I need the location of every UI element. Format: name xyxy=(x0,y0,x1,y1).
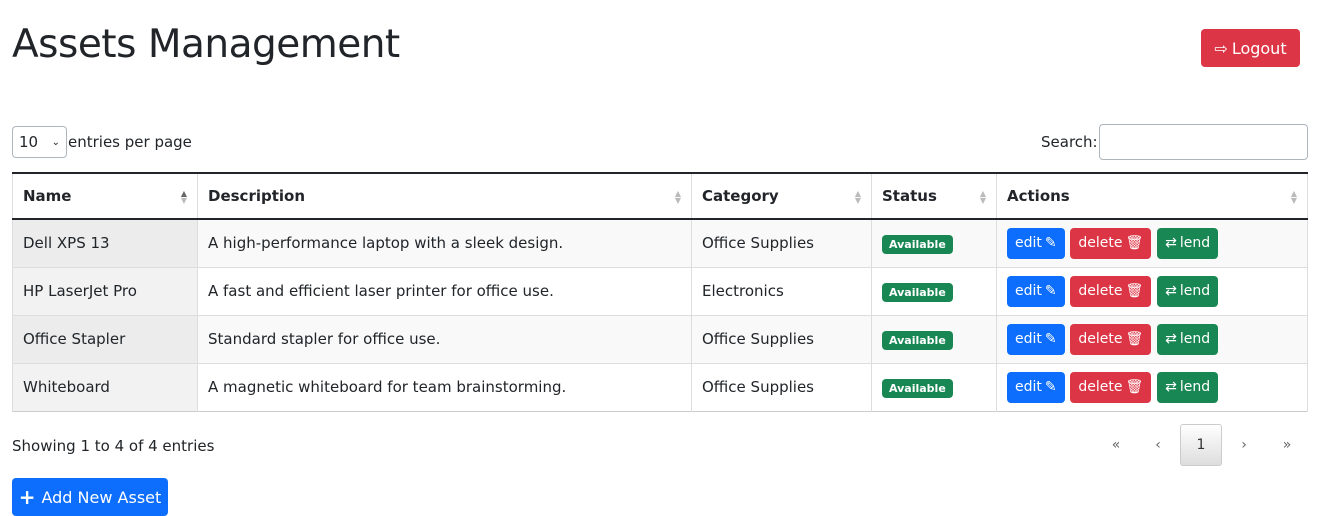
pagination-first[interactable]: « xyxy=(1095,424,1137,466)
cell-name: HP LaserJet Pro xyxy=(12,266,198,315)
edit-icon: ✎ xyxy=(1044,379,1057,395)
edit-icon: ✎ xyxy=(1044,283,1057,299)
pagination-next[interactable]: › xyxy=(1223,424,1265,466)
cell-name: Whiteboard xyxy=(12,362,198,411)
entries-per-page-select[interactable]: 10 ⌄ xyxy=(12,126,67,158)
sort-icon: ▲ ▼ xyxy=(180,189,187,205)
cell-name: Office Stapler xyxy=(12,314,198,363)
cell-description: A fast and efficient laser printer for o… xyxy=(197,266,692,315)
column-header-actions[interactable]: Actions ▲ ▼ xyxy=(996,173,1308,220)
exchange-icon: ⇄ xyxy=(1165,331,1177,347)
trash-icon: 🗑 xyxy=(1125,235,1144,252)
sort-icon: ▲ ▼ xyxy=(854,189,861,205)
pagination-previous[interactable]: ‹ xyxy=(1137,424,1179,466)
table-info: Showing 1 to 4 of 4 entries xyxy=(12,437,215,455)
cell-name: Dell XPS 13 xyxy=(12,218,198,267)
logout-icon: ⇨ xyxy=(1214,38,1228,58)
cell-status: Available xyxy=(871,362,997,411)
add-new-asset-button[interactable]: + Add New Asset xyxy=(12,478,168,516)
cell-description: A high-performance laptop with a sleek d… xyxy=(197,218,692,267)
entries-per-page-label: entries per page xyxy=(68,133,192,151)
exchange-icon: ⇄ xyxy=(1165,235,1177,252)
status-badge: Available xyxy=(882,283,953,302)
trash-icon: 🗑 xyxy=(1125,283,1144,299)
pagination-page-1[interactable]: 1 xyxy=(1180,424,1222,466)
column-header-name[interactable]: Name ▲ ▼ xyxy=(12,173,198,220)
exchange-icon: ⇄ xyxy=(1165,379,1177,395)
logout-button[interactable]: ⇨ Logout xyxy=(1201,29,1300,67)
lend-button[interactable]: ⇄ lend xyxy=(1157,275,1219,307)
column-header-status[interactable]: Status ▲ ▼ xyxy=(871,173,997,220)
table-row: Whiteboard A magnetic whiteboard for tea… xyxy=(12,362,1308,411)
delete-button[interactable]: delete 🗑 xyxy=(1070,275,1152,307)
status-badge: Available xyxy=(882,331,953,350)
column-header-description[interactable]: Description ▲ ▼ xyxy=(197,173,692,220)
search-input[interactable] xyxy=(1099,124,1308,160)
edit-icon: ✎ xyxy=(1044,235,1057,252)
cell-description: Standard stapler for office use. xyxy=(197,314,692,363)
pagination-last[interactable]: » xyxy=(1266,424,1308,466)
search-label: Search: xyxy=(1041,133,1098,151)
cell-status: Available xyxy=(871,314,997,363)
table-row: Dell XPS 13 A high-performance laptop wi… xyxy=(12,218,1308,267)
page-title: Assets Management xyxy=(12,22,400,67)
cell-category: Office Supplies xyxy=(691,314,872,363)
trash-icon: 🗑 xyxy=(1125,331,1144,347)
edit-button[interactable]: edit ✎ xyxy=(1007,371,1065,403)
table-row: HP LaserJet Pro A fast and efficient las… xyxy=(12,266,1308,315)
plus-icon: + xyxy=(18,485,36,509)
edit-icon: ✎ xyxy=(1044,331,1057,347)
edit-button[interactable]: edit ✎ xyxy=(1007,275,1065,307)
cell-description: A magnetic whiteboard for team brainstor… xyxy=(197,362,692,411)
edit-button[interactable]: edit ✎ xyxy=(1007,227,1065,259)
sort-icon: ▲ ▼ xyxy=(674,189,681,205)
cell-actions: edit ✎ delete 🗑 ⇄ lend xyxy=(996,314,1308,363)
sort-icon: ▲ ▼ xyxy=(979,189,986,205)
cell-category: Office Supplies xyxy=(691,362,872,411)
cell-category: Electronics xyxy=(691,266,872,315)
assets-table: Name ▲ ▼ Description ▲ ▼ Category ▲ ▼ Status ▲ ▼… xyxy=(12,172,1308,412)
table-row: Office Stapler Standard stapler for offi… xyxy=(12,314,1308,363)
delete-button[interactable]: delete 🗑 xyxy=(1070,227,1152,259)
status-badge: Available xyxy=(882,235,953,255)
cell-actions: edit ✎ delete 🗑 ⇄ lend xyxy=(996,266,1308,315)
cell-actions: edit ✎ delete 🗑 ⇄ lend xyxy=(996,362,1308,411)
chevron-down-icon: ⌄ xyxy=(51,136,60,148)
column-header-category[interactable]: Category ▲ ▼ xyxy=(691,173,872,220)
cell-status: Available xyxy=(871,218,997,267)
cell-category: Office Supplies xyxy=(691,218,872,267)
cell-actions: edit ✎ delete 🗑 ⇄ lend xyxy=(996,218,1308,267)
lend-button[interactable]: ⇄ lend xyxy=(1157,227,1219,259)
trash-icon: 🗑 xyxy=(1125,379,1144,395)
sort-icon: ▲ ▼ xyxy=(1290,189,1297,205)
delete-button[interactable]: delete 🗑 xyxy=(1070,323,1152,355)
delete-button[interactable]: delete 🗑 xyxy=(1070,371,1152,403)
lend-button[interactable]: ⇄ lend xyxy=(1157,371,1219,403)
cell-status: Available xyxy=(871,266,997,315)
edit-button[interactable]: edit ✎ xyxy=(1007,323,1065,355)
lend-button[interactable]: ⇄ lend xyxy=(1157,323,1219,355)
exchange-icon: ⇄ xyxy=(1165,283,1177,299)
status-badge: Available xyxy=(882,379,953,398)
